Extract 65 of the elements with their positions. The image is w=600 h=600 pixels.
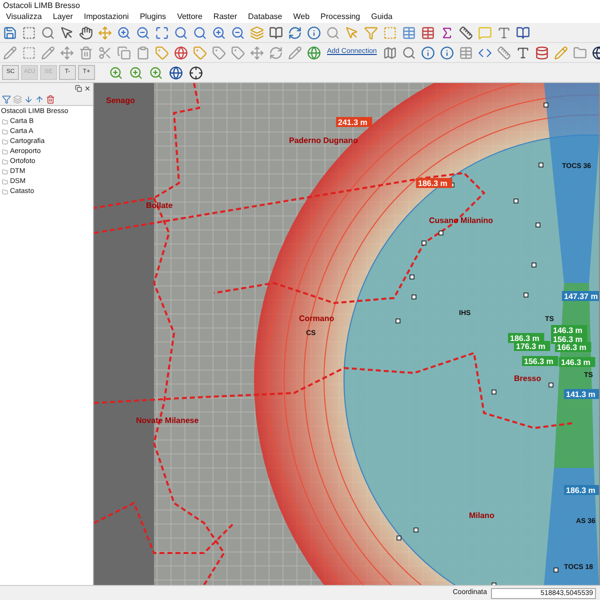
layer-group-icon <box>2 179 8 185</box>
filter-icon[interactable] <box>2 94 11 104</box>
place-name: Cormano <box>299 314 334 323</box>
place-name: Bresso <box>514 374 542 383</box>
obstacle-marker <box>410 274 414 280</box>
obstacle-marker <box>438 230 444 236</box>
arrow-up-icon[interactable] <box>35 94 44 104</box>
layer-group-icon <box>2 119 8 125</box>
edit-icon[interactable] <box>1 44 19 62</box>
obstacle-marker <box>544 102 548 108</box>
layer-group-icon <box>2 189 8 195</box>
pan-icon[interactable] <box>77 24 95 42</box>
layer-group-icon <box>2 129 8 135</box>
arrow-down-icon[interactable] <box>24 94 33 104</box>
menu-item[interactable]: Processing <box>320 11 360 23</box>
menu-item[interactable]: Database <box>248 11 282 23</box>
layer-group-icon <box>2 169 8 175</box>
place-name: Milano <box>469 511 494 520</box>
distance-label: 146.3 m <box>559 357 596 367</box>
float-panel-icon[interactable] <box>75 84 82 92</box>
measure-icon[interactable] <box>457 24 475 42</box>
obstacle-marker <box>524 292 528 298</box>
obstacle-marker <box>514 198 518 204</box>
distance-label: 186.3 m <box>564 485 599 495</box>
menu-item[interactable]: Raster <box>213 11 237 23</box>
menu-item[interactable]: Vettore <box>177 11 202 23</box>
identify-icon[interactable] <box>305 24 323 42</box>
menu-item[interactable]: Guida <box>371 11 392 23</box>
menu-item[interactable]: Web <box>293 11 310 23</box>
distance-label: 141.3 m <box>564 389 599 399</box>
obstacle-marker <box>412 294 416 300</box>
close-icon[interactable] <box>84 84 91 92</box>
obstacle-marker <box>536 222 540 228</box>
distance-label: 147.37 m <box>562 291 599 301</box>
layer-group-icon <box>2 139 8 145</box>
obstacle-marker <box>532 262 536 268</box>
remove-icon[interactable] <box>46 94 55 104</box>
distance-label: 166.3 m <box>555 342 592 352</box>
menu-item[interactable]: Visualizza <box>6 11 42 23</box>
distance-label: 241.3 m <box>336 117 372 127</box>
distance-label: 156.3 m <box>522 356 558 366</box>
place-name: Bollate <box>146 201 173 210</box>
obstacle-marker <box>396 536 402 540</box>
obstacle-marker <box>414 528 418 532</box>
obstacle-marker <box>554 568 558 572</box>
info-icon[interactable] <box>418 44 437 62</box>
copy-icon[interactable] <box>115 44 133 62</box>
layers-icon[interactable] <box>13 94 22 104</box>
layer-group-icon <box>2 159 8 165</box>
obstacle-marker <box>422 240 426 246</box>
info-icon[interactable] <box>438 44 456 62</box>
layer-group-icon <box>2 149 8 155</box>
earth-icon[interactable] <box>167 64 185 82</box>
menu-item[interactable]: Layer <box>52 11 73 23</box>
obstacle-marker <box>548 382 554 388</box>
obstacle-marker <box>492 390 496 394</box>
obstacle-marker <box>396 318 400 324</box>
menu-item[interactable]: Impostazioni <box>84 11 129 23</box>
menu-item[interactable]: Plugins <box>140 11 166 23</box>
window-title: Ostacoli LIMB Bresso <box>0 0 600 11</box>
distance-label: 146.3 m <box>551 325 588 335</box>
place-name: Senago <box>106 96 135 105</box>
obstacle-marker <box>492 582 496 585</box>
distance-label: 176.3 m <box>514 341 550 351</box>
obstacle-marker <box>538 162 544 168</box>
